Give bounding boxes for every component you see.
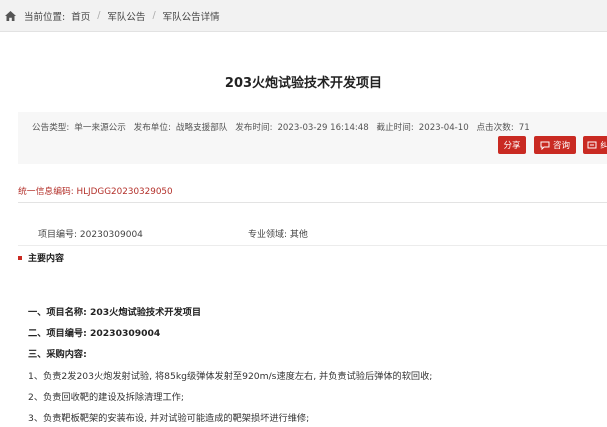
consult-button-label: 咨询 — [552, 141, 570, 151]
divider — [18, 202, 607, 203]
message-icon — [587, 141, 597, 148]
notice-type-value: 单一来源公示 — [74, 123, 126, 133]
content-item-1: 1、负责2发203火炮发射试验, 将85kg级弹体发射至920m/s速度左右, … — [28, 371, 433, 382]
content-project-name: 一、项目名称: 203火炮试验技术开发项目 — [28, 307, 202, 318]
report-button[interactable]: 纠 — [583, 136, 607, 154]
content-procurement-heading: 三、采购内容: — [28, 349, 87, 360]
professional-field-row: 专业领域: 其他 — [248, 227, 308, 240]
unified-info-code: 统一信息编码: HLJDGG20230329050 — [18, 187, 173, 197]
divider — [18, 245, 607, 246]
home-icon — [4, 10, 18, 22]
content-item-2: 2、负责回收靶的建设及拆除清理工作; — [28, 392, 184, 403]
breadcrumb-home-link[interactable]: 首页 — [71, 9, 90, 23]
breadcrumb-military-notices-link[interactable]: 军队公告 — [107, 9, 145, 23]
publisher-label: 发布单位: — [133, 123, 171, 133]
deadline-value: 2023-04-10 — [418, 123, 469, 133]
project-number-label: 项目编号: — [38, 230, 78, 240]
project-number-row: 项目编号: 20230309004 — [38, 227, 143, 240]
publisher-value: 战略支援部队 — [175, 123, 228, 133]
click-count-value: 71 — [518, 123, 530, 133]
project-number-value: 20230309004 — [79, 230, 143, 240]
section-heading-text: 主要内容 — [28, 254, 65, 264]
section-heading: 主要内容 — [18, 251, 64, 264]
notice-type-label: 公告类型: — [32, 123, 70, 133]
chat-icon — [540, 141, 550, 150]
notice-meta-row: 公告类型: 单一来源公示 发布单位: 战略支援部队 发布时间: 2023-03-29 … — [32, 121, 535, 133]
breadcrumb-current: 军队公告详情 — [162, 11, 220, 23]
page-title: 203火炮试验技术开发项目 — [224, 76, 383, 91]
professional-field-label: 专业领域: — [248, 230, 288, 240]
section-marker-icon — [18, 255, 22, 260]
breadcrumb-prefix: 当前位置: — [24, 11, 66, 23]
publish-time-label: 发布时间: — [235, 123, 273, 133]
publish-time-value: 2023-03-29 16:14:48 — [277, 123, 369, 133]
content-project-number: 二、项目编号: 20230309004 — [28, 328, 161, 339]
breadcrumb-separator: / — [97, 10, 101, 21]
professional-field-value: 其他 — [289, 230, 308, 240]
content-item-3: 3、负责靶板靶架的安装布设, 并对试验可能造成的靶架损坏进行维修; — [28, 413, 310, 424]
breadcrumb-separator: / — [152, 10, 156, 21]
share-button[interactable]: 分享 — [498, 136, 526, 154]
report-button-label: 纠 — [600, 141, 607, 151]
share-button-label: 分享 — [503, 141, 521, 151]
consult-button[interactable]: 咨询 — [534, 136, 576, 154]
breadcrumb: 当前位置: 首页 / 军队公告 / 军队公告详情 — [0, 0, 607, 32]
click-count-label: 点击次数: — [476, 123, 514, 133]
deadline-label: 截止时间: — [376, 123, 414, 133]
